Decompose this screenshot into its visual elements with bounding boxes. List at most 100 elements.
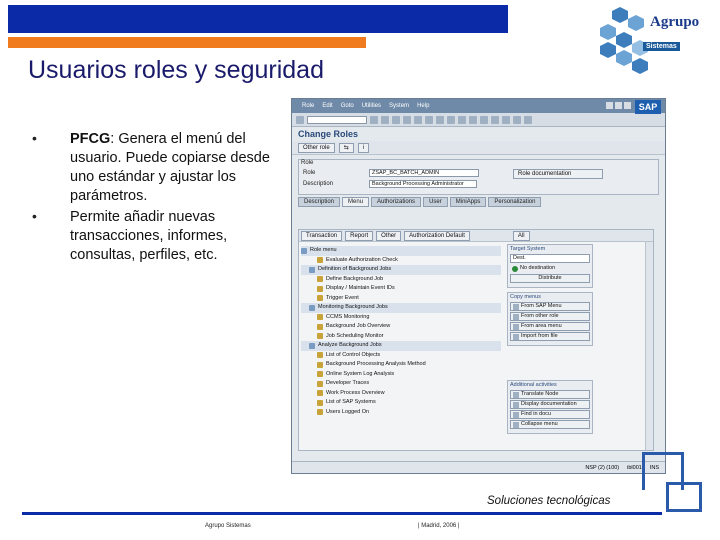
vertical-scrollbar[interactable]: [645, 242, 653, 450]
destination-field[interactable]: Dest.: [510, 254, 590, 263]
other-button[interactable]: Other: [376, 230, 402, 241]
tab-miniapps[interactable]: MiniApps: [449, 197, 487, 207]
info-icon[interactable]: i: [357, 142, 370, 153]
menu-role[interactable]: Role: [302, 103, 314, 109]
back-icon[interactable]: [381, 115, 389, 124]
shortcut-icon[interactable]: [502, 115, 510, 124]
menu-toolbar: Transaction Report Other Authorization D…: [299, 230, 653, 242]
other-role-button[interactable]: Other role: [298, 142, 335, 153]
tree-node[interactable]: Job Scheduling Monitor: [301, 332, 501, 342]
first-page-icon[interactable]: [447, 115, 455, 124]
translate-node-button[interactable]: Translate Node: [510, 390, 590, 399]
standard-toolbar: [292, 113, 665, 127]
authorization-default-button[interactable]: Authorization Default: [404, 230, 470, 241]
from-other-role-button[interactable]: From other role: [510, 312, 590, 321]
tree-node[interactable]: Background Processing Analysis Method: [301, 360, 501, 370]
tree-node[interactable]: Display / Maintain Event IDs: [301, 284, 501, 294]
tab-personalization[interactable]: Personalization: [488, 197, 542, 207]
transaction-icon: [317, 314, 323, 321]
logo-name: Agrupo: [650, 14, 700, 30]
copy-menus-header: Copy menus: [510, 294, 541, 300]
from-sap-menu-button[interactable]: From SAP Menu: [510, 302, 590, 311]
layout-icon[interactable]: [524, 115, 532, 124]
menu-panel: Transaction Report Other Authorization D…: [298, 229, 654, 451]
additional-activities-header: Additional activities: [510, 382, 557, 388]
display-change-icon[interactable]: ⇆: [338, 142, 354, 153]
find-icon[interactable]: [425, 115, 433, 124]
tree-node[interactable]: List of Control Objects: [301, 351, 501, 361]
display-documentation-button[interactable]: Display documentation: [510, 400, 590, 409]
tab-menu[interactable]: Menu: [342, 197, 370, 207]
transaction-icon: [317, 285, 323, 292]
tree-node-label: Analyze Background Jobs: [318, 342, 382, 349]
close-icon[interactable]: [624, 102, 631, 109]
menu-utilities[interactable]: Utilities: [362, 103, 381, 109]
tree-node[interactable]: Background Job Overview: [301, 322, 501, 332]
last-page-icon[interactable]: [480, 115, 488, 124]
report-button[interactable]: Report: [345, 230, 374, 241]
next-page-icon[interactable]: [469, 115, 477, 124]
tree-node[interactable]: Definition of Background Jobs: [301, 265, 501, 275]
import-from-file-button[interactable]: Import from file: [510, 332, 590, 341]
tree-node[interactable]: Define Background Job: [301, 275, 501, 285]
menu-goto[interactable]: Goto: [341, 103, 354, 109]
target-system-header: Target System: [510, 246, 546, 252]
tree-node[interactable]: Evaluate Authorization Check: [301, 256, 501, 266]
transaction-icon: [317, 390, 323, 397]
target-system-box: Target System Dest. No destination Distr…: [507, 244, 593, 288]
save-icon[interactable]: [370, 115, 378, 124]
minimize-icon[interactable]: [606, 102, 613, 109]
collapse-menu-button[interactable]: Collapse menu: [510, 420, 590, 429]
new-session-icon[interactable]: [491, 115, 499, 124]
tree-node[interactable]: Trigger Event: [301, 294, 501, 304]
from-area-menu-button[interactable]: From area menu: [510, 322, 590, 331]
tab-user[interactable]: User: [423, 197, 448, 207]
tree-node[interactable]: List of SAP Systems: [301, 398, 501, 408]
transaction-button[interactable]: Transaction: [301, 230, 343, 241]
tree-node[interactable]: Developer Traces: [301, 379, 501, 389]
role-tabs: Description Menu Authorizations User Min…: [298, 197, 659, 207]
command-field[interactable]: [307, 115, 367, 124]
additional-activities-box: Additional activities Translate Node Dis…: [507, 380, 593, 434]
menu-system[interactable]: System: [389, 103, 409, 109]
documentation-icon: [513, 401, 519, 408]
transaction-icon: [317, 295, 323, 302]
window-controls: [606, 102, 631, 109]
tree-node-label: Role menu: [310, 247, 337, 254]
transaction-icon: [317, 352, 323, 359]
all-button[interactable]: All: [512, 230, 530, 241]
transaction-icon: [317, 333, 323, 340]
slogan: Soluciones tecnológicas: [487, 495, 611, 507]
tree-node[interactable]: Online System Log Analysis: [301, 370, 501, 380]
transaction-icon: [317, 361, 323, 368]
maximize-icon[interactable]: [615, 102, 622, 109]
header-orange-bar: [8, 37, 366, 48]
find-in-docu-button[interactable]: Find in docu: [510, 410, 590, 419]
sap-logo: SAP: [635, 100, 661, 114]
tree-node[interactable]: CCMS Monitoring: [301, 313, 501, 323]
tree-node[interactable]: Analyze Background Jobs: [301, 341, 501, 351]
tree-node[interactable]: Monitoring Background Jobs: [301, 303, 501, 313]
tree-node[interactable]: Users Logged On: [301, 408, 501, 418]
menu-edit[interactable]: Edit: [322, 103, 332, 109]
role-documentation-button[interactable]: Role documentation: [513, 169, 603, 179]
tree-node-label: Display / Maintain Event IDs: [326, 285, 395, 292]
tab-authorizations[interactable]: Authorizations: [371, 197, 422, 207]
role-field[interactable]: ZSAP_BC_BATCH_ADMIN: [369, 169, 479, 177]
print-icon[interactable]: [414, 115, 422, 124]
description-field[interactable]: Background Processing Administrator: [369, 180, 477, 188]
exit-icon[interactable]: [392, 115, 400, 124]
menu-help[interactable]: Help: [417, 103, 429, 109]
find-next-icon[interactable]: [436, 115, 444, 124]
help-icon[interactable]: [513, 115, 521, 124]
tree-node-label: List of SAP Systems: [326, 399, 376, 406]
bullet-item: • PFCG: Genera el menú del usuario. Pued…: [28, 130, 288, 206]
cancel-icon[interactable]: [403, 115, 411, 124]
tree-node[interactable]: Work Process Overview: [301, 389, 501, 399]
tree-node[interactable]: Role menu: [301, 246, 501, 256]
distribute-button[interactable]: Distribute: [510, 274, 590, 283]
tree-node-label: Work Process Overview: [326, 389, 385, 396]
prev-page-icon[interactable]: [458, 115, 466, 124]
tab-description[interactable]: Description: [298, 197, 341, 207]
enter-icon[interactable]: [296, 115, 304, 124]
